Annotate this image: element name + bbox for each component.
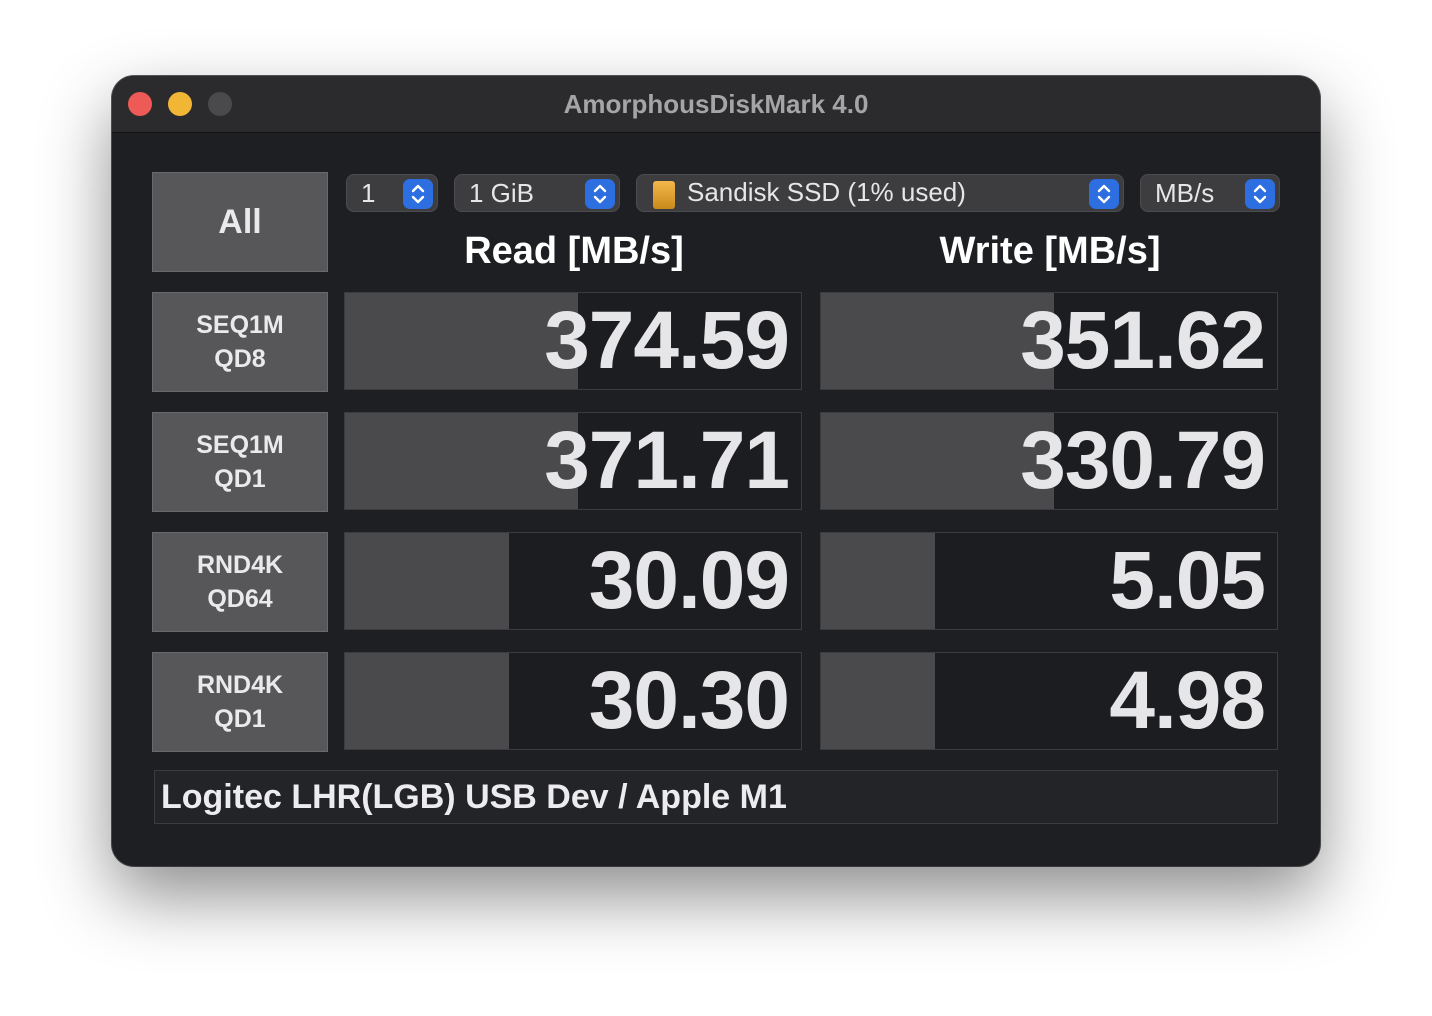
test-size-select[interactable]: 1 GiB <box>454 174 620 212</box>
write-header: Write [MB/s] <box>939 230 1161 272</box>
read-result-seq1m-qd1: 371.71 <box>344 412 802 510</box>
read-value: 30.30 <box>588 655 790 746</box>
write-result-seq1m-qd1: 330.79 <box>820 412 1278 510</box>
row-label-line2: QD1 <box>214 465 266 493</box>
read-bar <box>345 653 510 749</box>
device-info-bar: Logitec LHR(LGB) USB Dev / Apple M1 <box>154 770 1278 824</box>
read-bar <box>345 533 510 629</box>
read-bar <box>345 413 578 509</box>
read-result-seq1m-qd8: 374.59 <box>344 292 802 390</box>
write-bar <box>821 533 935 629</box>
device-info-text: Logitec LHR(LGB) USB Dev / Apple M1 <box>161 777 787 816</box>
rnd4k-qd1-button[interactable]: RND4K QD1 <box>152 652 328 752</box>
row-label-line1: RND4K <box>196 671 284 699</box>
write-bar <box>821 653 935 749</box>
read-value: 374.59 <box>544 295 790 386</box>
test-count-select[interactable]: 1 <box>346 174 438 212</box>
read-value: 371.71 <box>544 415 790 506</box>
drive-value: Sandisk SSD (1% used) <box>687 177 966 208</box>
test-size-value: 1 GiB <box>469 177 535 208</box>
unit-select[interactable]: MB/s <box>1140 174 1280 212</box>
write-bar <box>821 413 1054 509</box>
read-value: 30.09 <box>588 535 790 626</box>
seq1m-qd1-button[interactable]: SEQ1M QD1 <box>152 412 328 512</box>
write-value: 330.79 <box>1020 415 1266 506</box>
chevron-updown-icon <box>403 179 433 209</box>
unit-value: MB/s <box>1155 177 1215 208</box>
all-button[interactable]: All <box>152 172 328 272</box>
write-result-rnd4k-qd1: 4.98 <box>820 652 1278 750</box>
drive-icon <box>653 180 675 209</box>
row-label-line1: SEQ1M <box>196 311 284 339</box>
row-label-line2: QD64 <box>207 585 273 613</box>
row-label-line2: QD8 <box>214 345 266 373</box>
test-count-value: 1 <box>361 177 376 208</box>
write-result-rnd4k-qd64: 5.05 <box>820 532 1278 630</box>
drive-select[interactable]: Sandisk SSD (1% used) <box>636 174 1124 212</box>
row-label-line2: QD1 <box>214 705 266 733</box>
window-title: AmorphousDiskMark 4.0 <box>563 89 869 119</box>
write-value: 5.05 <box>1109 535 1266 626</box>
title-bar: AmorphousDiskMark 4.0 <box>112 76 1320 133</box>
row-label-line1: SEQ1M <box>196 431 284 459</box>
write-value: 351.62 <box>1020 295 1266 386</box>
chevron-updown-icon <box>1089 179 1119 209</box>
rnd4k-qd64-button[interactable]: RND4K QD64 <box>152 532 328 632</box>
chevron-updown-icon <box>1245 179 1275 209</box>
read-bar <box>345 293 578 389</box>
app-window: AmorphousDiskMark 4.0 All 1 1 GiB Sandis… <box>112 76 1320 866</box>
read-result-rnd4k-qd64: 30.09 <box>344 532 802 630</box>
seq1m-qd8-button[interactable]: SEQ1M QD8 <box>152 292 328 392</box>
write-bar <box>821 293 1054 389</box>
write-value: 4.98 <box>1109 655 1266 746</box>
row-label-line1: RND4K <box>196 551 284 579</box>
write-result-seq1m-qd8: 351.62 <box>820 292 1278 390</box>
all-button-label: All <box>218 203 262 241</box>
read-header: Read [MB/s] <box>464 230 684 272</box>
read-result-rnd4k-qd1: 30.30 <box>344 652 802 750</box>
chevron-updown-icon <box>585 179 615 209</box>
